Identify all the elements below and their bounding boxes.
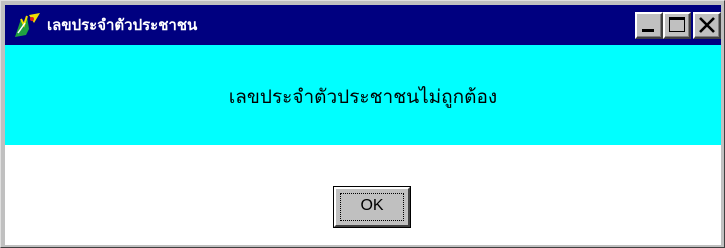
- close-icon: [699, 17, 715, 33]
- button-area: OK: [5, 145, 721, 245]
- ok-button[interactable]: OK: [334, 187, 410, 227]
- close-button[interactable]: [693, 12, 721, 39]
- maximize-icon: [669, 17, 685, 32]
- maximize-button[interactable]: [663, 12, 691, 39]
- window-title: เลขประจำตัวประชาชน: [47, 16, 198, 34]
- message-banner: เลขประจำตัวประชาชนไม่ถูกต้อง: [5, 45, 721, 145]
- error-message: เลขประจำตัวประชาชนไม่ถูกต้อง: [228, 86, 498, 108]
- minimize-button[interactable]: [635, 12, 663, 39]
- app-icon: [12, 11, 42, 39]
- minimize-icon: [642, 29, 654, 32]
- dialog-window: เลขประจำตัวประชาชน เลขประจำตัวประชาชนไม่…: [0, 0, 725, 248]
- ok-button-label: OK: [360, 197, 384, 214]
- title-bar[interactable]: เลขประจำตัวประชาชน: [5, 5, 721, 45]
